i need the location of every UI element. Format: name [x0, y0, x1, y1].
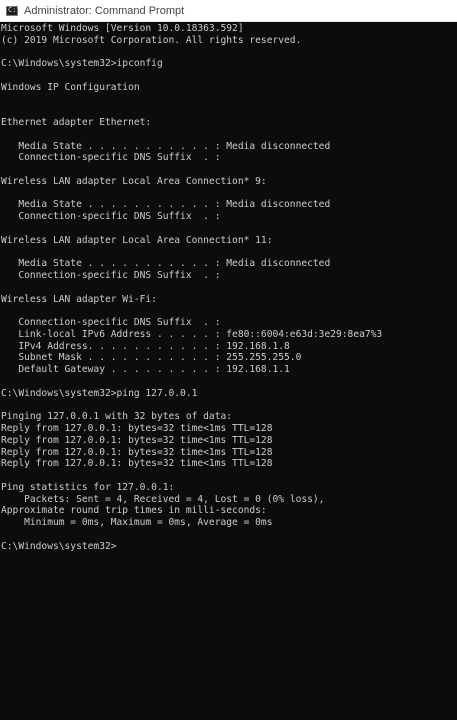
command-prompt-window: C:\ Administrator: Command Prompt Micros…	[0, 0, 457, 720]
console-line: Connection-specific DNS Suffix . :	[1, 317, 221, 329]
console-line: IPv4 Address. . . . . . . . . . . : 192.…	[1, 340, 290, 352]
command-prompt-icon[interactable]: C:\	[6, 5, 21, 16]
console-line: Approximate round trip times in milli-se…	[1, 505, 267, 517]
console-line: Microsoft Windows [Version 10.0.18363.59…	[1, 23, 244, 34]
console-line: Wireless LAN adapter Local Area Connecti…	[1, 234, 273, 246]
console-line: Subnet Mask . . . . . . . . . . . : 255.…	[1, 352, 302, 364]
console-line: (c) 2019 Microsoft Corporation. All righ…	[1, 34, 302, 46]
console-line: Wireless LAN adapter Wi-Fi:	[1, 293, 157, 305]
console-line: Media State . . . . . . . . . . . : Medi…	[1, 199, 331, 211]
console-line: Connection-specific DNS Suffix . :	[1, 270, 221, 282]
console-line: Connection-specific DNS Suffix . :	[1, 211, 221, 223]
console-line: Ethernet adapter Ethernet:	[1, 117, 152, 129]
console-line: Reply from 127.0.0.1: bytes=32 time<1ms …	[1, 458, 273, 470]
console-line: Connection-specific DNS Suffix . :	[1, 152, 221, 164]
console-line: C:\Windows\system32>	[1, 540, 117, 552]
console-line: Reply from 127.0.0.1: bytes=32 time<1ms …	[1, 434, 273, 446]
console-line: C:\Windows\system32>ping 127.0.0.1	[1, 387, 198, 399]
console-line: Windows IP Configuration	[1, 81, 140, 93]
console-line: Media State . . . . . . . . . . . : Medi…	[1, 258, 331, 270]
console-line: Packets: Sent = 4, Received = 4, Lost = …	[1, 493, 325, 505]
window-title: Administrator: Command Prompt	[24, 4, 185, 17]
console-line: Minimum = 0ms, Maximum = 0ms, Average = …	[1, 517, 273, 529]
console-line: Media State . . . . . . . . . . . : Medi…	[1, 140, 331, 152]
console-line: Pinging 127.0.0.1 with 32 bytes of data:	[1, 411, 233, 423]
console-output[interactable]: Microsoft Windows [Version 10.0.18363.59…	[0, 23, 457, 720]
console-line: Reply from 127.0.0.1: bytes=32 time<1ms …	[1, 423, 273, 435]
title-bar[interactable]: C:\ Administrator: Command Prompt	[0, 0, 457, 22]
console-line: Reply from 127.0.0.1: bytes=32 time<1ms …	[1, 446, 273, 458]
console-line: Default Gateway . . . . . . . . . : 192.…	[1, 364, 290, 376]
console-line: Ping statistics for 127.0.0.1:	[1, 481, 175, 493]
console-line: Link-local IPv6 Address . . . . . : fe80…	[1, 328, 383, 340]
console-line: C:\Windows\system32>ipconfig	[1, 58, 163, 70]
console-line: Wireless LAN adapter Local Area Connecti…	[1, 175, 267, 187]
